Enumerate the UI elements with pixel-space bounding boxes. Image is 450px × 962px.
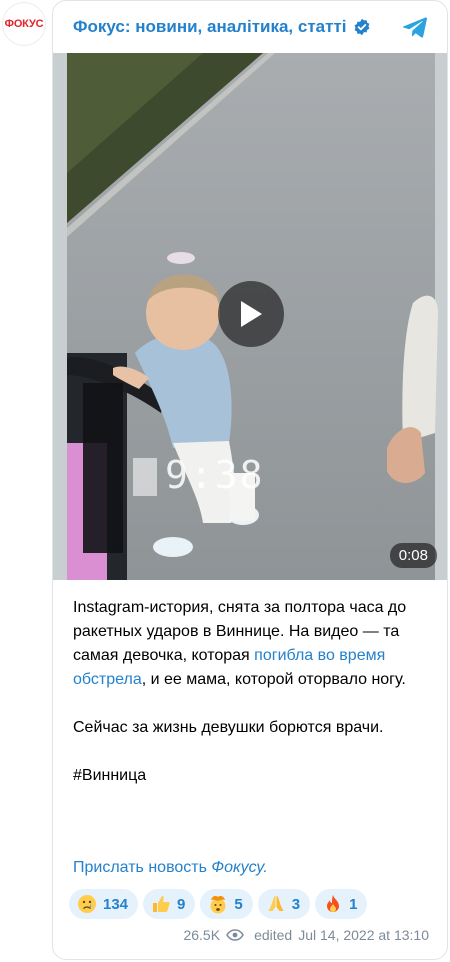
post-card: Фокус: новини, аналітика, статті 9:38 0:… <box>52 0 448 960</box>
reaction-count: 3 <box>291 895 301 913</box>
reaction-crying[interactable]: 134 <box>69 889 139 919</box>
exploding-head-icon <box>208 894 228 914</box>
reaction-fire[interactable]: 1 <box>315 889 368 919</box>
reactions-bar: 134 9 5 3 1 <box>69 889 368 919</box>
verified-icon <box>353 18 371 36</box>
post-paragraph-1: Instagram-история, снята за полтора часа… <box>73 596 433 692</box>
channel-avatar[interactable]: ФОКУС <box>2 2 46 46</box>
view-count: 26.5K <box>183 927 221 943</box>
send-news-text: Прислать новость <box>73 859 212 876</box>
reaction-count: 1 <box>349 895 358 913</box>
post-header: Фокус: новини, аналітика, статті <box>53 1 447 53</box>
reaction-folded-hands[interactable]: 3 <box>257 889 311 919</box>
reaction-count: 134 <box>103 895 129 913</box>
telegram-share-icon[interactable] <box>401 13 429 41</box>
hashtag-line: #Винница <box>73 767 147 784</box>
edited-label: edited <box>254 927 293 943</box>
post-date: Jul 14, 2022 at 13:10 <box>298 927 429 943</box>
video-duration-badge: 0:08 <box>389 543 437 568</box>
thumbs-up-icon <box>151 894 171 914</box>
video-player[interactable]: 9:38 0:08 <box>53 53 447 580</box>
post-paragraph-2: Сейчас за жизнь девушки борются врачи. <box>73 719 384 736</box>
fire-icon <box>323 894 343 914</box>
reaction-count: 5 <box>234 895 243 913</box>
video-overlay-time: 9:38 <box>165 453 265 497</box>
crying-face-icon <box>77 894 97 914</box>
reaction-thumbs-up[interactable]: 9 <box>143 889 196 919</box>
send-news-link[interactable]: Прислать новость Фокусу. <box>73 859 268 877</box>
avatar-logo-text: ФОКУС <box>4 18 44 30</box>
folded-hands-icon <box>266 894 286 914</box>
send-news-brand: Фокусу. <box>211 859 268 876</box>
eye-icon <box>226 929 244 941</box>
channel-title[interactable]: Фокус: новини, аналітика, статті <box>73 17 347 37</box>
post-text: Instagram-история, снята за полтора часа… <box>73 596 433 812</box>
reaction-count: 9 <box>177 895 186 913</box>
post-meta: 26.5K edited Jul 14, 2022 at 13:10 <box>183 927 429 943</box>
reaction-exploding-head[interactable]: 5 <box>200 889 253 919</box>
play-icon <box>241 301 262 327</box>
play-button[interactable] <box>218 281 284 347</box>
post-text-part: , и ее мама, которой оторвало ногу. <box>141 671 406 688</box>
